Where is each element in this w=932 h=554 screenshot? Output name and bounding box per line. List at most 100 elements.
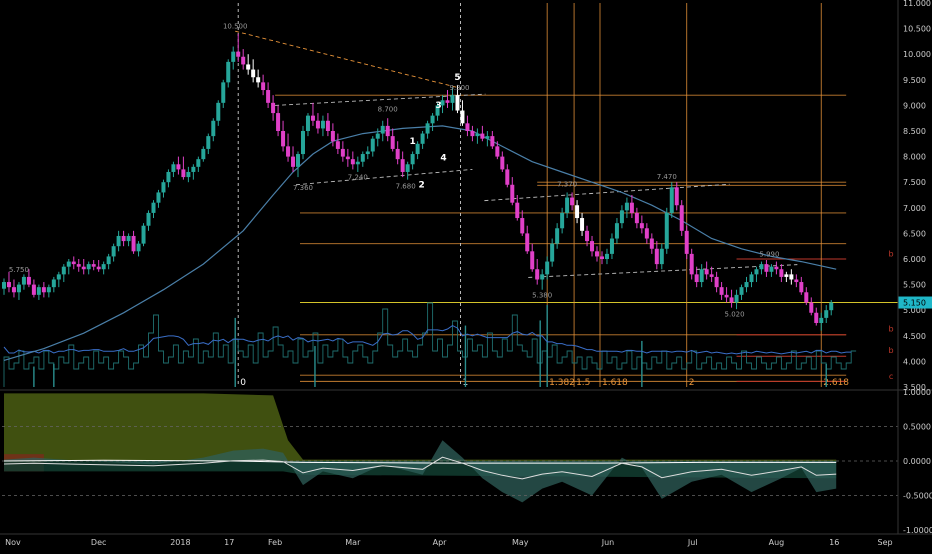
- candle-body: [211, 120, 216, 137]
- fib-label: 2: [689, 378, 695, 388]
- price-annotation: 5.990: [759, 250, 779, 258]
- candle-body: [729, 297, 734, 303]
- candle-body: [754, 269, 759, 275]
- candle-body: [181, 169, 186, 178]
- price-tick-label: 11.000: [903, 0, 931, 8]
- oscillator-tick-label: 0.0000: [903, 457, 931, 466]
- candle-body: [540, 274, 545, 280]
- x-tick-label: Jun: [601, 538, 615, 547]
- candle-body: [66, 261, 71, 267]
- candle-body: [510, 184, 515, 203]
- price-annotation: 7.680: [396, 182, 416, 190]
- price-tick-label: 4.500: [903, 332, 926, 341]
- candle-body: [350, 159, 355, 165]
- candle-body: [131, 235, 136, 252]
- candle-body: [809, 302, 814, 313]
- wave-label: 2: [418, 180, 424, 190]
- candle-body: [465, 123, 470, 131]
- candle-body: [674, 187, 679, 206]
- candle-body: [595, 251, 600, 257]
- price-annotation: 5.380: [532, 291, 552, 299]
- candle-body: [829, 302, 834, 311]
- candle-body: [614, 223, 619, 239]
- x-tick-label: May: [512, 538, 529, 547]
- price-annotation: 5.020: [725, 310, 745, 318]
- candle-body: [719, 287, 724, 295]
- price-tick-label: 4.000: [903, 357, 926, 366]
- candle-body: [570, 197, 575, 206]
- level-mark: b: [888, 325, 893, 334]
- candle-body: [545, 261, 550, 275]
- price-tick-label: 6.000: [903, 255, 926, 264]
- candle-body: [61, 266, 66, 275]
- candle-body: [1, 282, 6, 289]
- chart-root: 1.3821.5 1.618 2 2.618 0 1 5.750 10.500 7.360 7.2…: [0, 0, 932, 550]
- chart-svg: 1.3821.5 1.618 2 2.618 0 1 5.750 10.500 7.360 7.2…: [0, 0, 932, 550]
- candle-body: [236, 51, 241, 57]
- candle-body: [689, 253, 694, 275]
- candle-body: [196, 159, 201, 167]
- candle-body: [714, 276, 719, 288]
- candle-body: [375, 133, 380, 139]
- candle-body: [634, 212, 639, 224]
- candle-body: [575, 205, 580, 219]
- candle-body: [804, 292, 809, 303]
- price-annotation: 8.700: [378, 106, 398, 114]
- price-tick-label: 5.500: [903, 281, 926, 290]
- candle-body: [310, 115, 315, 121]
- candle-body: [286, 146, 291, 157]
- candle-body: [111, 246, 116, 257]
- candle-body: [41, 287, 46, 293]
- candle-body: [216, 102, 221, 121]
- candle-body: [629, 202, 634, 213]
- candle-body: [560, 212, 565, 229]
- oscillator-tick-label: 0.5000: [903, 423, 931, 432]
- price-tick-label: 9.500: [903, 76, 926, 85]
- candle-body: [161, 182, 166, 193]
- level-mark: c: [889, 372, 893, 381]
- price-tick-label: 10.500: [903, 25, 931, 34]
- candle-body: [649, 238, 654, 249]
- candle-body: [355, 161, 360, 165]
- candle-body: [36, 287, 41, 295]
- candle-body: [91, 264, 96, 267]
- price-annotation: 9.300: [449, 84, 469, 92]
- candle-body: [141, 225, 146, 244]
- candle-body: [759, 264, 764, 270]
- x-tick-label: Nov: [5, 538, 21, 547]
- candle-body: [684, 230, 689, 254]
- candle-body: [739, 287, 744, 295]
- candle-body: [420, 133, 425, 144]
- price-tick-label: 6.500: [903, 229, 926, 238]
- candle-body: [256, 77, 261, 83]
- candle-body: [56, 274, 61, 280]
- candle-body: [664, 212, 669, 249]
- candle-body: [46, 287, 51, 293]
- price-annotation: 5.750: [9, 266, 29, 274]
- candle-body: [470, 131, 475, 137]
- candle-body: [764, 264, 769, 272]
- x-tick-label: Feb: [268, 538, 282, 547]
- candle-body: [789, 274, 794, 280]
- candle-body: [126, 235, 131, 242]
- candle-body: [669, 187, 674, 213]
- candle-body: [26, 276, 31, 285]
- x-tick-label: Mar: [345, 538, 361, 547]
- candle-body: [291, 156, 296, 167]
- candle-body: [819, 317, 824, 323]
- price-annotation: 7.240: [348, 174, 368, 182]
- candle-body: [455, 95, 460, 111]
- candle-body: [779, 269, 784, 277]
- candle-body: [624, 202, 629, 211]
- candle-body: [71, 261, 76, 265]
- candle-body: [619, 210, 624, 224]
- candle-body: [405, 164, 410, 172]
- candle-body: [86, 264, 91, 270]
- candle-body: [565, 197, 570, 213]
- candle-body: [31, 284, 36, 295]
- candle-body: [6, 282, 11, 288]
- candle-body: [340, 148, 345, 157]
- candle-body: [694, 274, 699, 283]
- price-tick-label: 8.000: [903, 153, 926, 162]
- candle-body: [226, 61, 231, 83]
